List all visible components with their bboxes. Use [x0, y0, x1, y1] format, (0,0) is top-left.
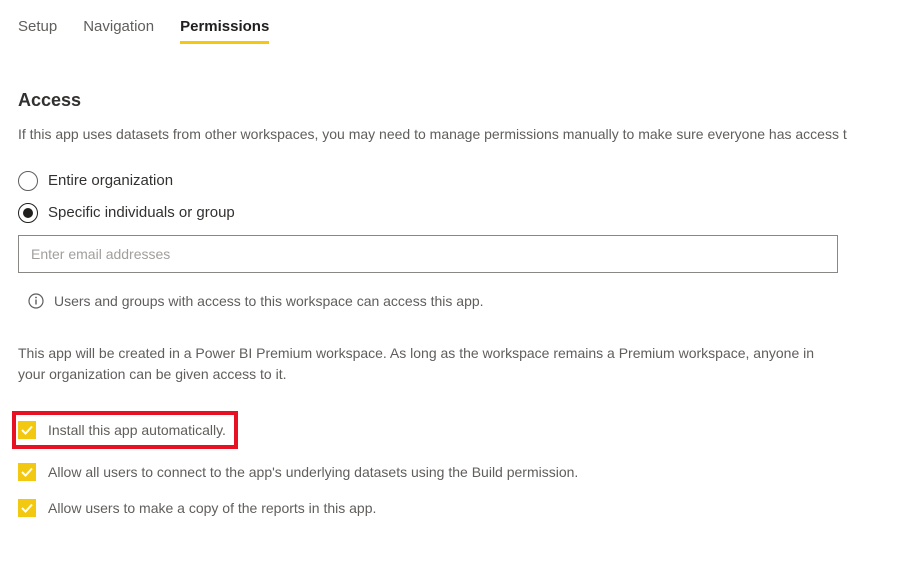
checkbox-install-automatically[interactable]: Install this app automatically.: [12, 411, 238, 449]
tab-navigation[interactable]: Navigation: [83, 18, 154, 44]
checkbox-label: Allow users to make a copy of the report…: [48, 500, 376, 516]
section-title-access: Access: [18, 90, 880, 111]
info-text: Users and groups with access to this wor…: [54, 293, 484, 309]
radio-label: Entire organization: [48, 172, 173, 189]
section-description: If this app uses datasets from other wor…: [18, 125, 880, 145]
radio-unchecked-icon: [18, 171, 38, 191]
tab-permissions[interactable]: Permissions: [180, 18, 269, 44]
info-note: Users and groups with access to this wor…: [28, 293, 880, 309]
info-icon: [28, 293, 44, 309]
email-addresses-input[interactable]: [18, 235, 838, 273]
radio-checked-icon: [18, 203, 38, 223]
tab-bar: Setup Navigation Permissions: [18, 18, 880, 44]
checkbox-label: Install this app automatically.: [48, 422, 226, 438]
checkbox-label: Allow all users to connect to the app's …: [48, 464, 578, 480]
checkbox-checked-icon: [18, 421, 36, 439]
checkbox-allow-build-permission[interactable]: Allow all users to connect to the app's …: [18, 463, 880, 481]
radio-specific-individuals[interactable]: Specific individuals or group: [18, 203, 880, 223]
radio-entire-organization[interactable]: Entire organization: [18, 171, 880, 191]
checkbox-allow-copy-reports[interactable]: Allow users to make a copy of the report…: [18, 499, 880, 517]
tab-setup[interactable]: Setup: [18, 18, 57, 44]
access-radio-group: Entire organization Specific individuals…: [18, 171, 880, 223]
checkbox-checked-icon: [18, 499, 36, 517]
checkbox-checked-icon: [18, 463, 36, 481]
radio-label: Specific individuals or group: [48, 204, 235, 221]
premium-workspace-note: This app will be created in a Power BI P…: [18, 343, 838, 385]
